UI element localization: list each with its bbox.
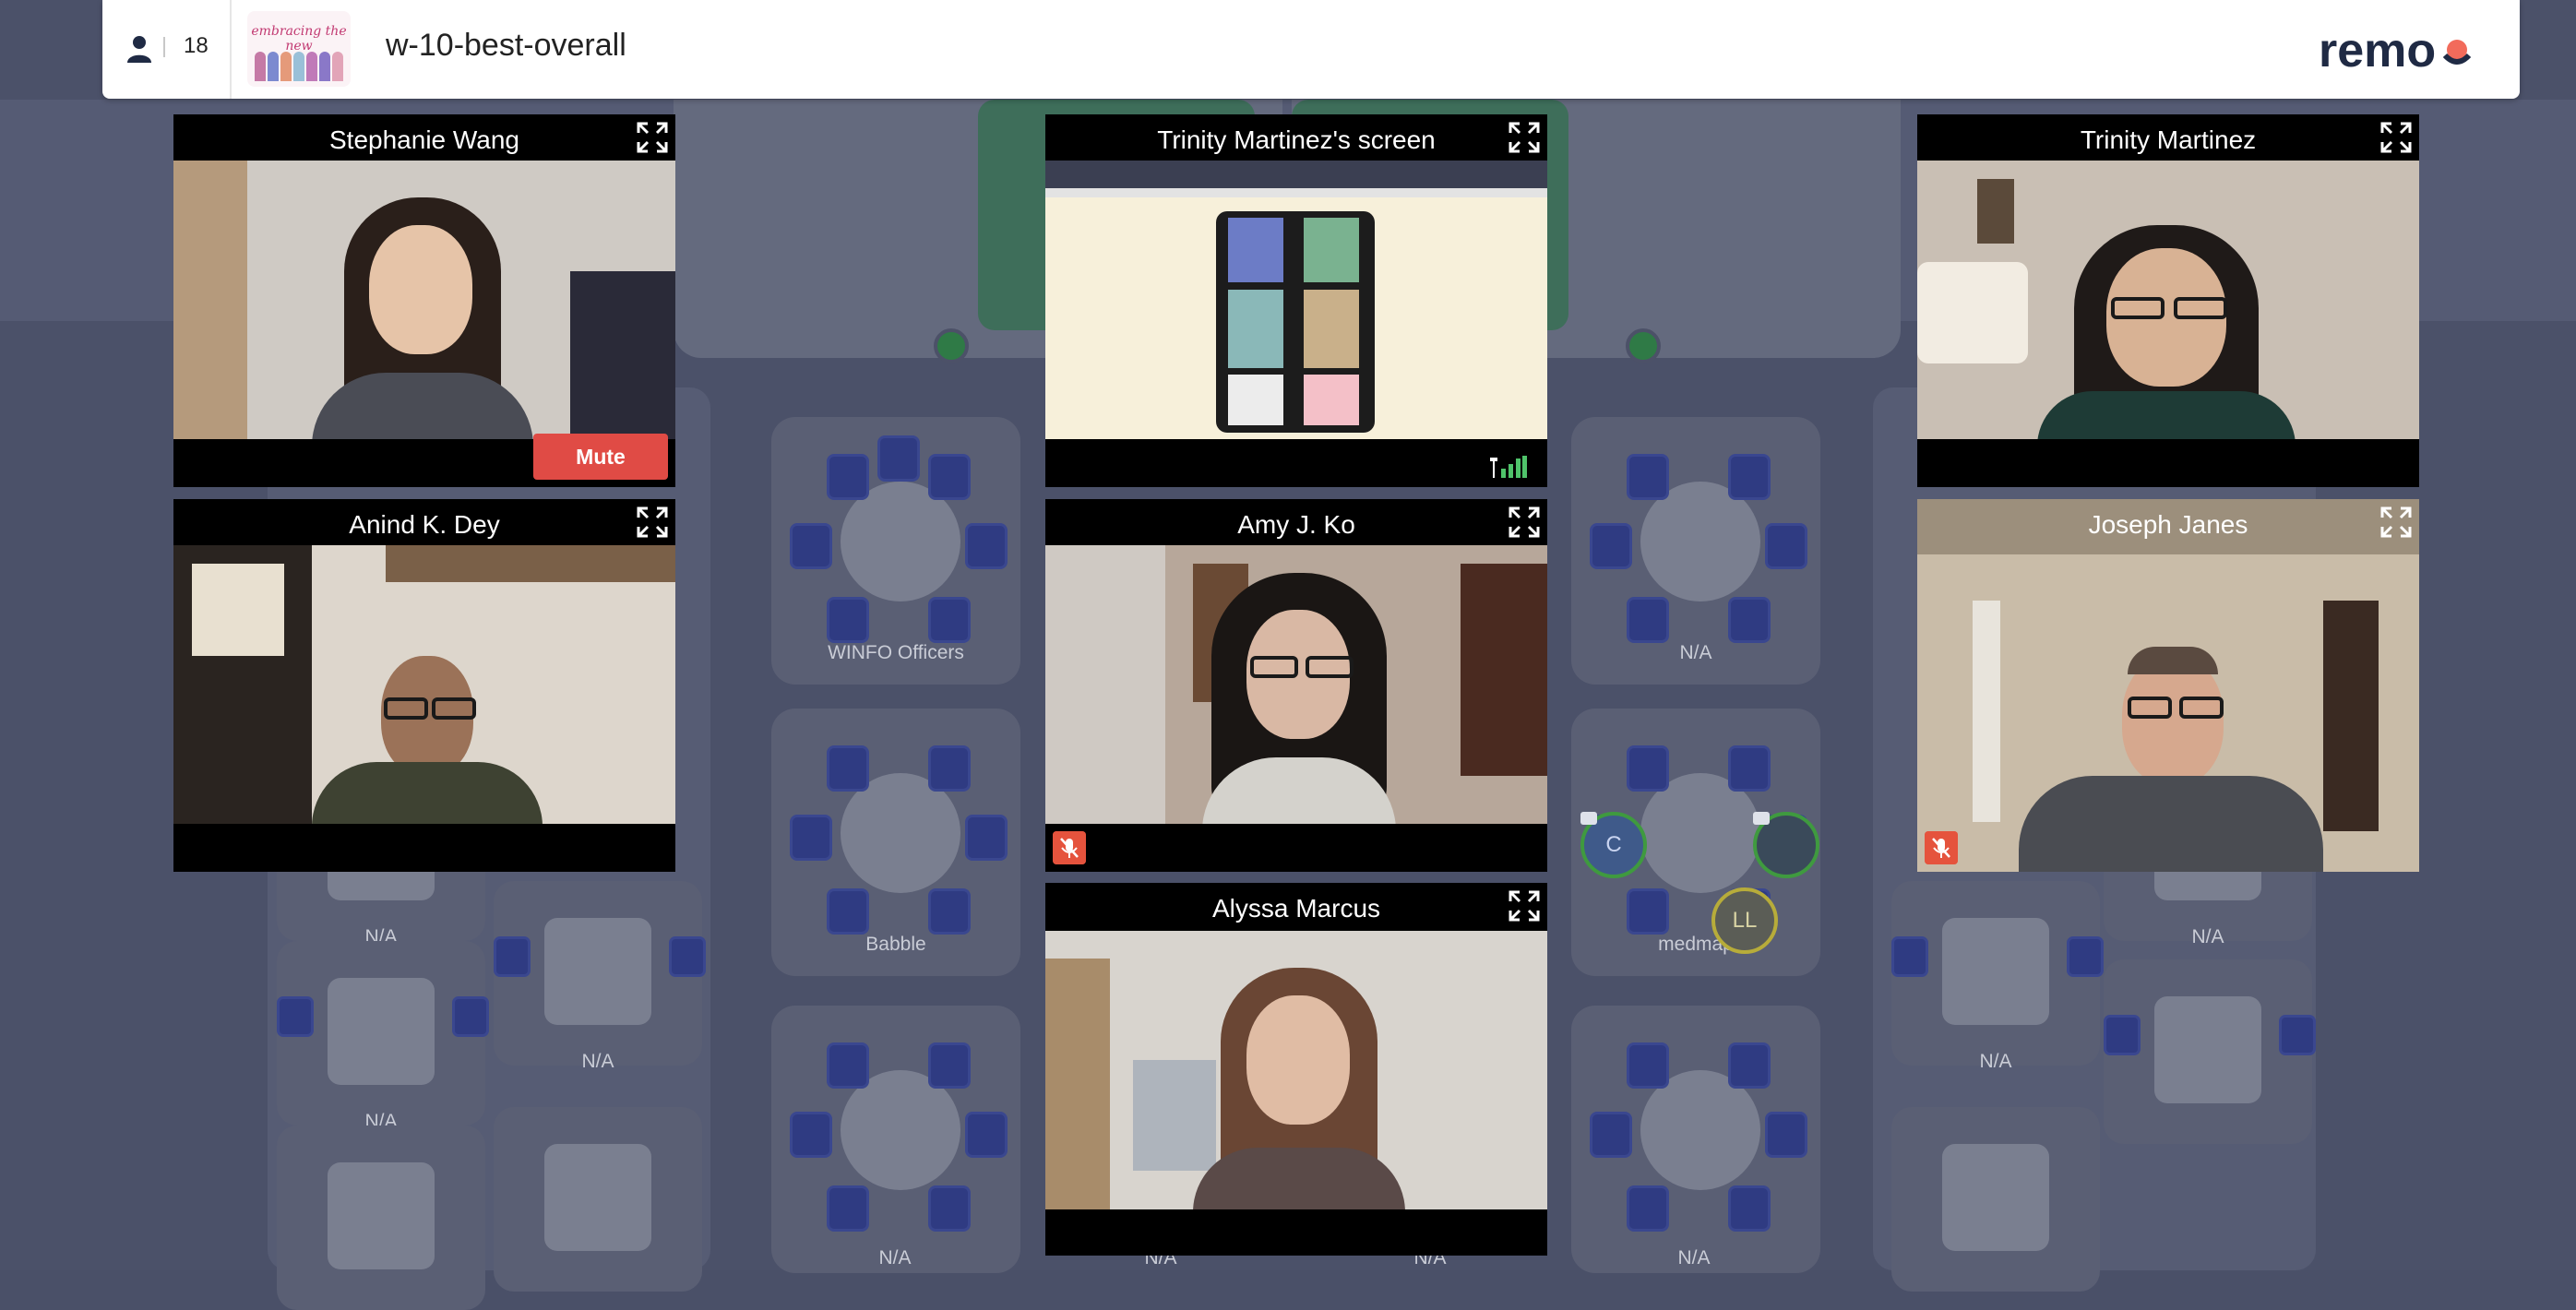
mic-off-icon — [1053, 831, 1086, 864]
table-na[interactable] — [1891, 1107, 2100, 1292]
participant-name: Joseph Janes — [2088, 510, 2248, 539]
table-winfo-officers[interactable]: WINFO Officers — [771, 417, 1020, 685]
fullscreen-icon[interactable] — [1509, 506, 1540, 538]
video-feed — [173, 161, 675, 439]
video-feed — [1045, 545, 1547, 824]
fullscreen-icon[interactable] — [1509, 122, 1540, 153]
signal-strength-icon — [1490, 456, 1527, 478]
table-na[interactable]: N/A — [494, 881, 706, 1072]
video-feed — [1917, 499, 2419, 872]
table-na[interactable] — [2104, 959, 2316, 1144]
event-logo-text: embracing the new — [251, 24, 347, 54]
table-na[interactable]: N/A — [277, 941, 489, 1132]
camera-icon — [1753, 812, 1770, 825]
video-tile-anind[interactable]: Anind K. Dey — [173, 499, 675, 872]
participant-name: Amy J. Ko — [1237, 510, 1355, 539]
status-dot — [934, 328, 969, 363]
video-tile-screen-share[interactable]: Trinity Martinez's screen — [1045, 114, 1547, 487]
video-tile-amy[interactable]: Amy J. Ko — [1045, 499, 1547, 872]
video-feed — [173, 545, 675, 824]
person-icon — [127, 36, 151, 63]
divider — [230, 0, 232, 99]
participant-name: Alyssa Marcus — [1211, 894, 1381, 923]
table-label: N/A — [1979, 1051, 2012, 1072]
screen-share-feed — [1045, 161, 1547, 439]
table-label: N/A — [581, 1051, 614, 1072]
camera-icon — [1580, 812, 1597, 825]
table-label: N/A — [878, 1247, 912, 1268]
mic-off-icon — [1925, 831, 1958, 864]
table-label: medmap — [1658, 934, 1734, 955]
mute-button[interactable]: Mute — [533, 434, 668, 480]
table-label: WINFO Officers — [828, 642, 964, 663]
table-na[interactable] — [771, 1006, 1020, 1273]
divider — [163, 37, 165, 57]
video-feed — [1917, 161, 2419, 439]
table-babble[interactable]: Babble — [771, 709, 1020, 976]
event-logo: embracing the new — [247, 11, 351, 87]
table-na[interactable] — [277, 1125, 485, 1310]
table-na[interactable]: N/A — [1571, 417, 1820, 685]
fullscreen-icon[interactable] — [2380, 122, 2412, 153]
table-na[interactable]: N/A — [1891, 881, 2104, 1072]
table-label: N/A — [1679, 642, 1712, 663]
brand-text: remo — [2319, 24, 2436, 77]
fullscreen-icon[interactable] — [637, 122, 668, 153]
participant-name: Anind K. Dey — [349, 510, 500, 539]
participant-name: Trinity Martinez's screen — [1157, 125, 1436, 154]
top-bar: 18 embracing the new w-10-best-overall r… — [102, 0, 2520, 99]
participant-avatar[interactable]: LL — [1711, 887, 1778, 954]
video-tile-trinity[interactable]: Trinity Martinez — [1917, 114, 2419, 487]
remo-logo: remo — [2319, 24, 2472, 77]
video-tile-alyssa[interactable]: Alyssa Marcus — [1045, 883, 1547, 1256]
status-dot — [1626, 328, 1661, 363]
table-na[interactable] — [494, 1107, 702, 1292]
participant-name: Trinity Martinez — [2080, 125, 2257, 154]
table-na[interactable] — [1571, 1006, 1820, 1273]
participant-count: 18 — [184, 33, 209, 58]
fullscreen-icon[interactable] — [637, 506, 668, 538]
video-tile-joseph[interactable]: Joseph Janes — [1917, 499, 2419, 872]
room-title: w-10-best-overall — [386, 28, 626, 63]
participant-name: Stephanie Wang — [329, 125, 519, 154]
table-label: Babble — [865, 934, 926, 955]
fullscreen-icon[interactable] — [1509, 890, 1540, 922]
table-label: N/A — [1677, 1247, 1711, 1268]
table-label: N/A — [2191, 926, 2224, 947]
video-tile-stephanie[interactable]: Stephanie Wang Mute — [173, 114, 675, 487]
fullscreen-icon[interactable] — [2380, 506, 2412, 538]
video-feed — [1045, 931, 1547, 1209]
